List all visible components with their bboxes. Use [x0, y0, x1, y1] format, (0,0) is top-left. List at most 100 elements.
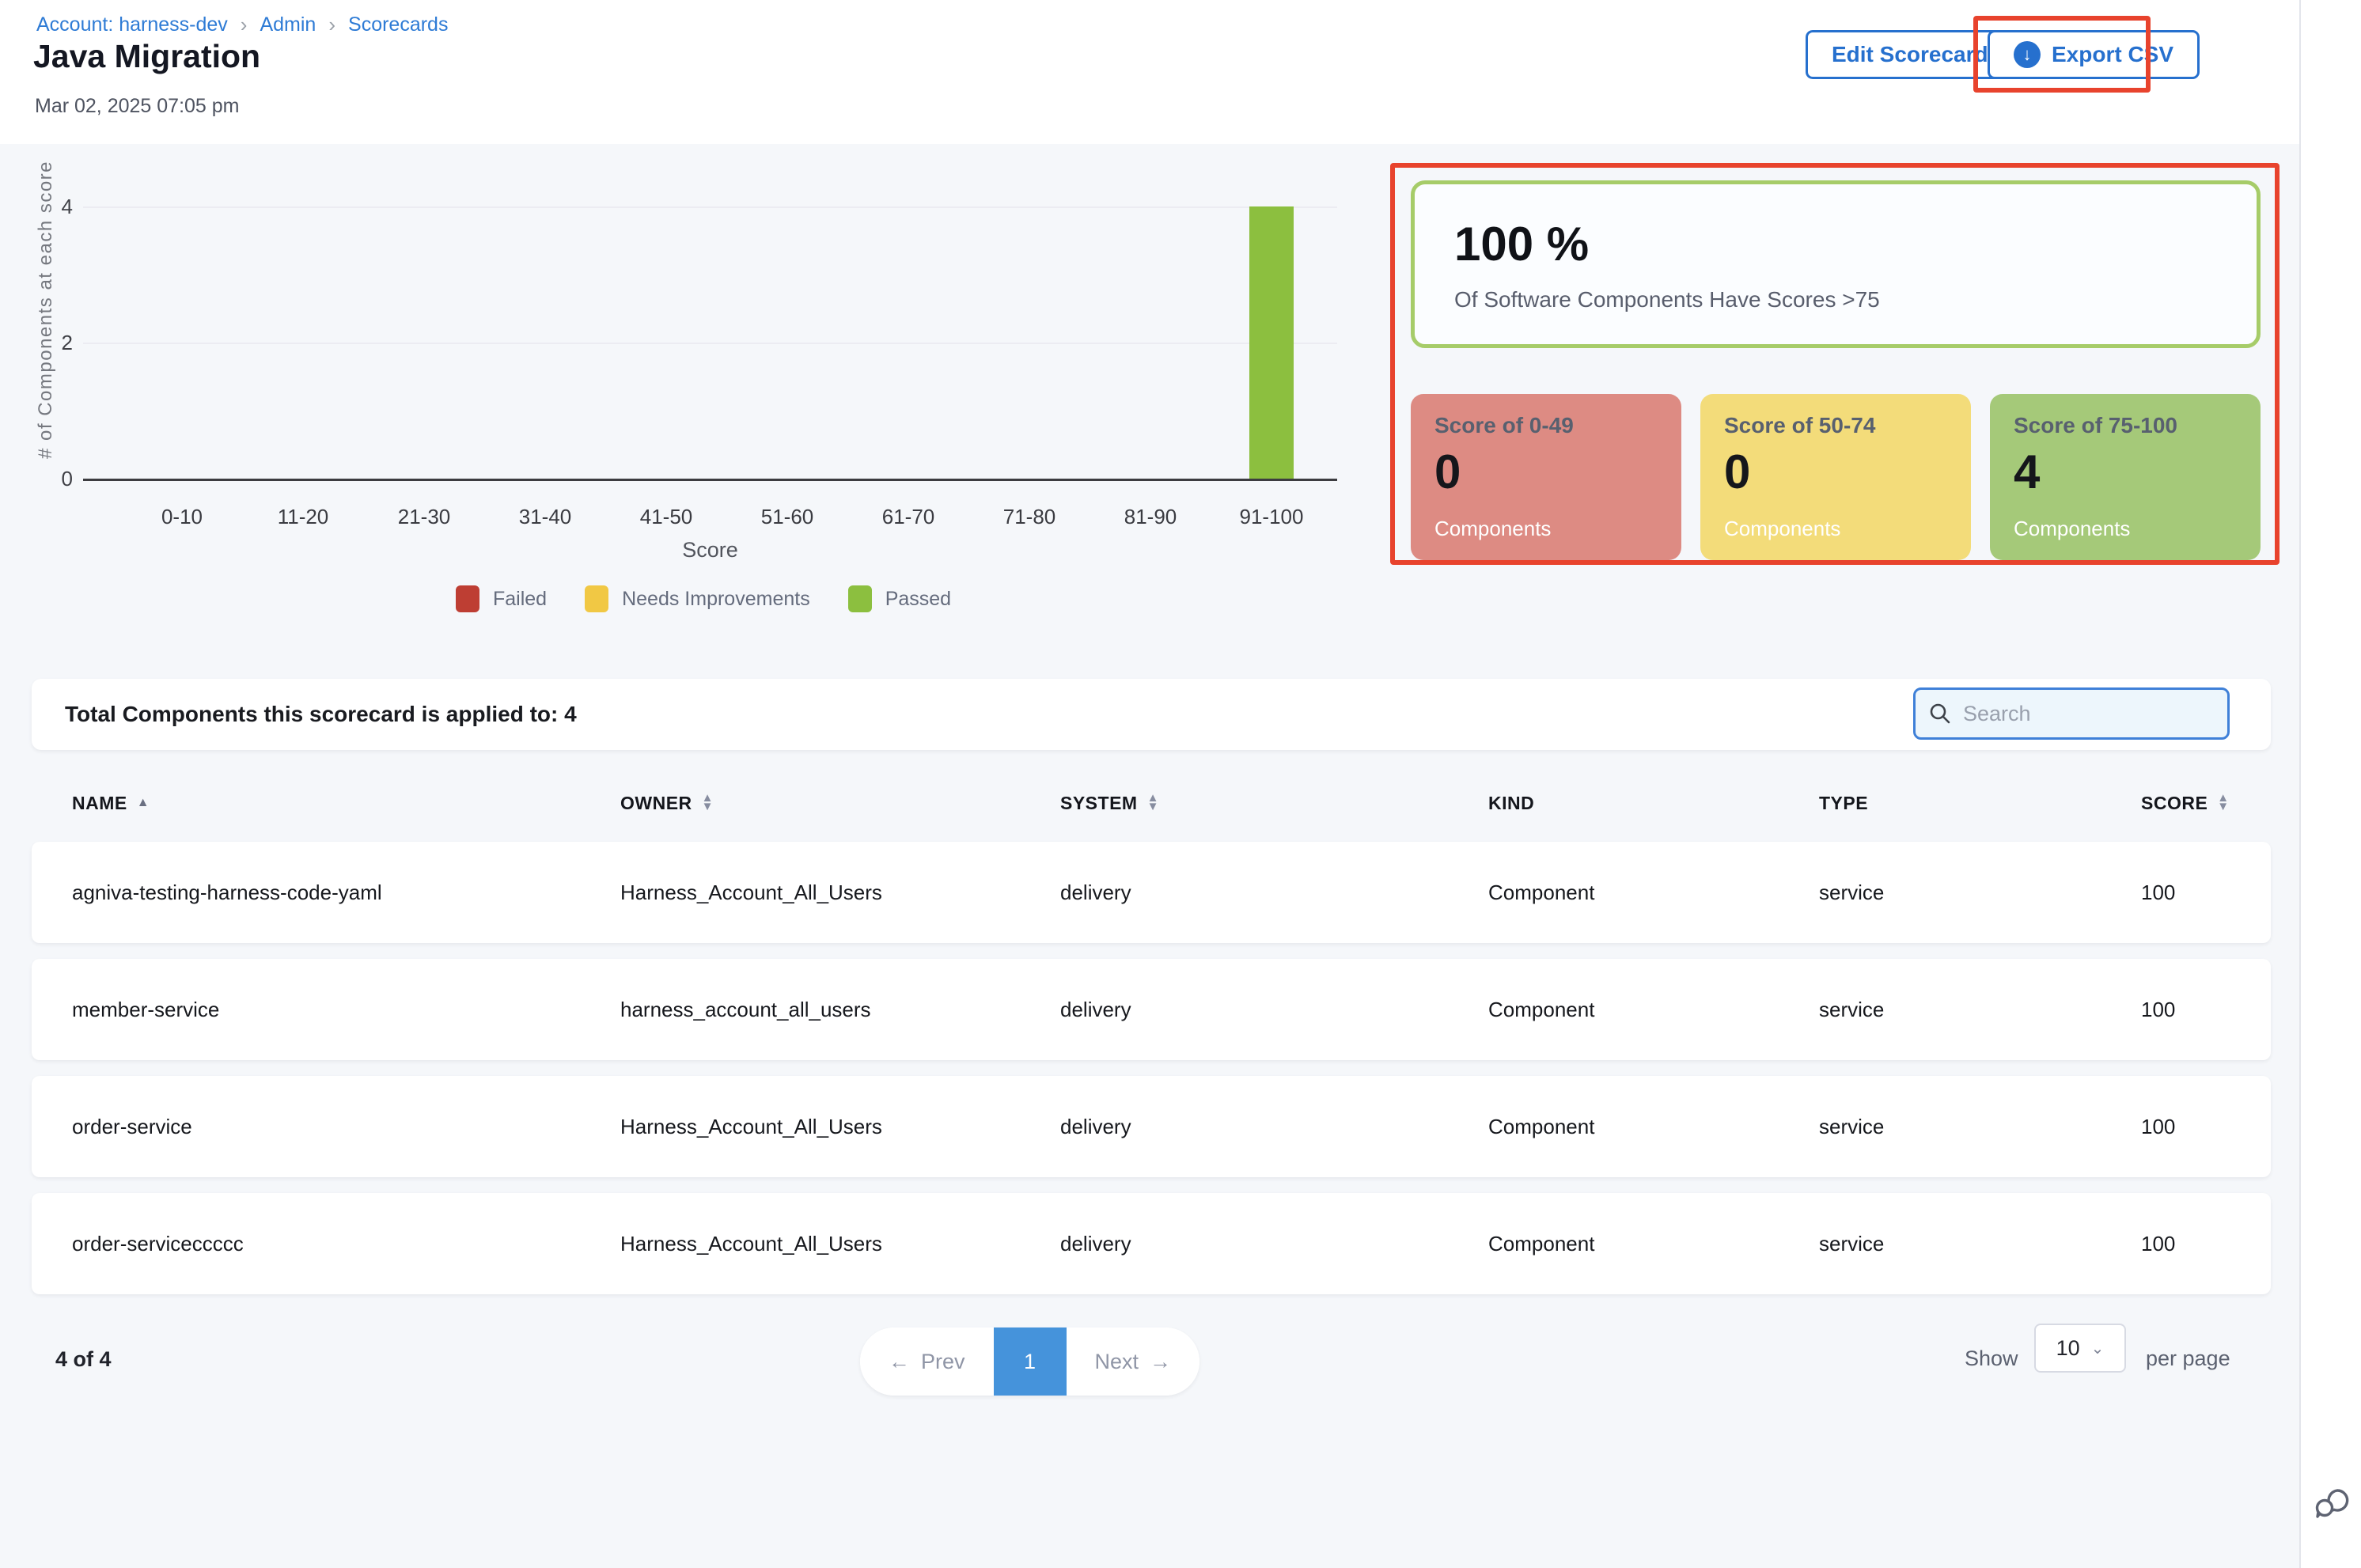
legend-item-needs-improvements[interactable]: Needs Improvements	[585, 585, 810, 612]
percent-value: 100 %	[1454, 217, 2257, 271]
cell-name: order-service	[72, 1115, 620, 1139]
failed-swatch-icon	[456, 585, 479, 612]
table-row[interactable]: agniva-testing-harness-code-yaml Harness…	[32, 842, 2271, 943]
cell-owner: Harness_Account_All_Users	[620, 881, 1060, 905]
column-label: SYSTEM	[1060, 793, 1138, 814]
cell-score: 100	[2141, 1232, 2271, 1256]
x-label-71-80: 71-80	[969, 505, 1090, 529]
cell-kind: Component	[1488, 998, 1819, 1022]
search-box[interactable]	[1913, 687, 2230, 740]
score-card-value: 0	[1724, 445, 1947, 499]
support-chat-icon[interactable]	[2314, 1483, 2350, 1519]
x-label-0-10: 0-10	[122, 505, 242, 529]
column-header-score[interactable]: SCORE ▲▼	[2141, 793, 2271, 814]
chart-y-axis-title: # of Components at each score	[35, 133, 57, 486]
column-label: TYPE	[1819, 793, 1868, 814]
page-title: Java Migration	[33, 38, 260, 75]
cell-owner: harness_account_all_users	[620, 998, 1060, 1022]
pagination: ← Prev 1 Next →	[860, 1327, 1199, 1396]
score-card-caption: Components	[1434, 517, 1658, 541]
cell-kind: Component	[1488, 881, 1819, 905]
passed-swatch-icon	[848, 585, 872, 612]
score-card-caption: Components	[1724, 517, 1947, 541]
cell-type: service	[1819, 1232, 2141, 1256]
cell-score: 100	[2141, 1115, 2271, 1139]
y-tick-0: 0	[32, 467, 73, 491]
cell-system: delivery	[1060, 998, 1488, 1022]
next-page-button[interactable]: Next →	[1067, 1327, 1200, 1396]
legend-label: Needs Improvements	[622, 588, 810, 611]
page-size-select[interactable]: 10 ⌄	[2034, 1324, 2126, 1373]
chart-x-axis-title: Score	[83, 538, 1337, 562]
cell-system: delivery	[1060, 1115, 1488, 1139]
legend-label: Failed	[493, 588, 547, 611]
score-card-caption: Components	[2014, 517, 2237, 541]
right-arrow-icon: →	[1150, 1350, 1171, 1374]
breadcrumb-separator: ›	[241, 13, 248, 37]
total-components-label: Total Components this scorecard is appli…	[65, 679, 577, 750]
edit-scorecard-label: Edit Scorecard	[1832, 42, 1988, 67]
x-label-81-90: 81-90	[1090, 505, 1211, 529]
export-csv-label: Export CSV	[2052, 42, 2173, 67]
y-tick-2: 2	[32, 331, 73, 355]
chart-plot-area	[83, 206, 1337, 479]
table-row[interactable]: order-serviceccccc Harness_Account_All_U…	[32, 1193, 2271, 1294]
column-header-type[interactable]: TYPE	[1819, 793, 2141, 814]
prev-page-button[interactable]: ← Prev	[860, 1327, 994, 1396]
export-csv-button[interactable]: ↓ Export CSV	[1988, 30, 2200, 79]
breadcrumb-scorecards-link[interactable]: Scorecards	[348, 13, 448, 36]
show-label: Show	[1965, 1346, 2018, 1371]
cell-owner: Harness_Account_All_Users	[620, 1232, 1060, 1256]
page-date: Mar 02, 2025 07:05 pm	[35, 95, 240, 118]
column-header-kind[interactable]: KIND	[1488, 793, 1819, 814]
column-label: KIND	[1488, 793, 1534, 814]
right-rail	[2299, 0, 2361, 1568]
score-card-title: Score of 75-100	[2014, 413, 2237, 438]
legend-item-failed[interactable]: Failed	[456, 585, 547, 612]
x-label-41-50: 41-50	[606, 505, 726, 529]
edit-scorecard-button[interactable]: Edit Scorecard	[1806, 30, 2014, 79]
score-card-50-74: Score of 50-74 0 Components	[1700, 394, 1971, 560]
left-arrow-icon: ←	[889, 1350, 910, 1374]
legend-item-passed[interactable]: Passed	[848, 585, 951, 612]
cell-owner: Harness_Account_All_Users	[620, 1115, 1060, 1139]
column-label: SCORE	[2141, 793, 2208, 814]
chevron-down-icon: ⌄	[2091, 1339, 2105, 1358]
chart-x-axis-line	[83, 479, 1337, 481]
column-label: NAME	[72, 793, 127, 814]
per-page-label: per page	[2146, 1346, 2230, 1371]
chart-legend: Failed Needs Improvements Passed	[456, 585, 951, 612]
cell-system: delivery	[1060, 1232, 1488, 1256]
y-tick-4: 4	[32, 195, 73, 219]
score-card-0-49: Score of 0-49 0 Components	[1411, 394, 1681, 560]
column-header-owner[interactable]: OWNER ▲▼	[620, 793, 1060, 814]
legend-label: Passed	[885, 588, 951, 611]
table-toolbar: Total Components this scorecard is appli…	[32, 679, 2271, 750]
next-label: Next	[1095, 1350, 1139, 1374]
download-icon: ↓	[2014, 41, 2041, 68]
bar-91-100[interactable]	[1249, 206, 1294, 479]
cell-score: 100	[2141, 881, 2271, 905]
score-range-cards: Score of 0-49 0 Components Score of 50-7…	[1411, 394, 2261, 560]
breadcrumb-admin-link[interactable]: Admin	[260, 13, 316, 36]
cell-name: member-service	[72, 998, 620, 1022]
table-row[interactable]: order-service Harness_Account_All_Users …	[32, 1076, 2271, 1177]
breadcrumb-separator: ›	[328, 13, 335, 37]
column-header-name[interactable]: NAME ▲	[72, 793, 620, 814]
search-input[interactable]	[1961, 701, 2194, 727]
x-label-31-40: 31-40	[485, 505, 605, 529]
page-number-1[interactable]: 1	[994, 1327, 1067, 1396]
page-size-value: 10	[2056, 1336, 2080, 1361]
x-label-61-70: 61-70	[848, 505, 968, 529]
score-card-title: Score of 0-49	[1434, 413, 1658, 438]
x-label-21-30: 21-30	[364, 505, 484, 529]
x-label-51-60: 51-60	[727, 505, 847, 529]
score-card-title: Score of 50-74	[1724, 413, 1947, 438]
search-icon	[1928, 702, 1952, 725]
column-header-system[interactable]: SYSTEM ▲▼	[1060, 793, 1488, 814]
score-card-value: 4	[2014, 445, 2237, 499]
table-row[interactable]: member-service harness_account_all_users…	[32, 959, 2271, 1060]
breadcrumb-account-link[interactable]: Account: harness-dev	[36, 13, 228, 36]
prev-label: Prev	[921, 1350, 965, 1374]
breadcrumb: Account: harness-dev › Admin › Scorecard…	[36, 13, 448, 37]
